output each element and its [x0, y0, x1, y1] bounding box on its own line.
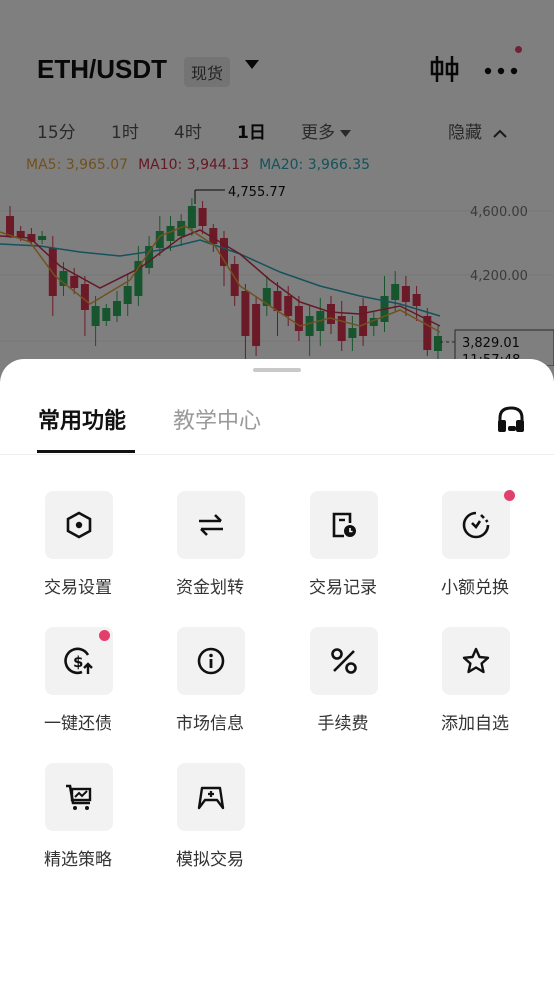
function-label: 模拟交易: [176, 850, 244, 870]
sheet-tab-bar: 常用功能 教学中心: [0, 399, 554, 455]
function-label: 添加自选: [441, 714, 509, 734]
tab-learning-center[interactable]: 教学中心: [173, 403, 261, 435]
customer-support-button[interactable]: [494, 403, 528, 437]
function-item-small-convert[interactable]: 小额兑换: [409, 490, 541, 611]
function-icon-box: [442, 491, 510, 559]
function-label: 小额兑换: [441, 578, 509, 598]
trade-settings-icon: [66, 511, 92, 539]
function-item-trade-history[interactable]: 交易记录: [277, 491, 409, 611]
function-label: 手续费: [317, 714, 369, 734]
function-item-repay[interactable]: $ 一键还债: [12, 627, 144, 747]
strategy-icon: [66, 784, 92, 810]
transfer-icon: [199, 514, 223, 536]
function-item-fees[interactable]: 手续费: [277, 627, 409, 747]
function-label: 一键还债: [44, 714, 112, 734]
new-badge-dot: [504, 490, 515, 501]
function-icon-box: [45, 491, 113, 559]
active-tab-indicator: [37, 450, 135, 453]
function-icon-box: [177, 627, 245, 695]
function-item-demo-trading[interactable]: 模拟交易: [144, 763, 276, 883]
functions-bottom-sheet: 常用功能 教学中心 交易设置 资金划转 交易记录 小额兑换 $ 一键还债 市场信…: [0, 359, 554, 984]
drag-handle[interactable]: [253, 368, 301, 372]
function-icon-box: [310, 627, 378, 695]
function-icon-box: [310, 491, 378, 559]
star-icon: [462, 647, 490, 674]
headset-icon: [498, 406, 524, 432]
function-icon-box: [442, 627, 510, 695]
info-icon: [197, 647, 225, 675]
function-label: 交易记录: [309, 578, 377, 598]
trade-history-icon: [332, 512, 356, 538]
repay-icon: $: [64, 647, 93, 675]
demo-trade-icon: [197, 786, 225, 810]
function-label: 市场信息: [176, 714, 244, 734]
new-badge-dot: [99, 630, 110, 641]
function-item-strategies[interactable]: 精选策略: [12, 763, 144, 883]
function-label: 交易设置: [44, 578, 112, 598]
function-icon-box: [177, 491, 245, 559]
function-item-trade-settings[interactable]: 交易设置: [12, 491, 144, 611]
function-icon-box: [177, 763, 245, 831]
function-item-transfer[interactable]: 资金划转: [144, 491, 276, 611]
function-icon-box: [45, 763, 113, 831]
function-label: 资金划转: [176, 578, 244, 598]
function-item-market-info[interactable]: 市场信息: [144, 627, 276, 747]
function-label: 精选策略: [44, 850, 112, 870]
svg-text:$: $: [73, 653, 83, 671]
function-item-add-watchlist[interactable]: 添加自选: [409, 627, 541, 747]
small-convert-icon: [462, 511, 490, 539]
fee-percent-icon: [331, 648, 357, 674]
tab-common-functions[interactable]: 常用功能: [38, 403, 126, 435]
